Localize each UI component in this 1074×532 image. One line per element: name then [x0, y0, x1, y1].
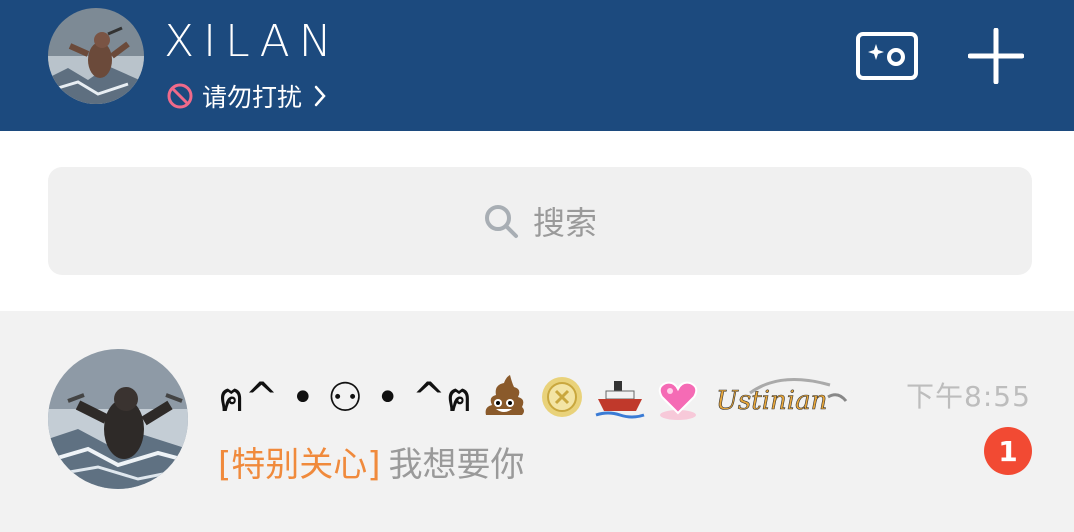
svg-text:Ustinian: Ustinian — [716, 386, 827, 416]
conversation-item[interactable]: ฅ^ • ⚇ • ^ฅ Ustinian 下午8:55 [特别关心] 我想要你 … — [0, 311, 1074, 532]
search-icon — [484, 205, 518, 238]
chevron-right-icon — [314, 85, 326, 107]
special-care-tag: [特别关心] — [218, 445, 381, 485]
pink-heart-icon — [659, 381, 698, 420]
do-not-disturb-icon — [167, 83, 193, 109]
conversation-name-row: ฅ^ • ⚇ • ^ฅ Ustinian — [218, 369, 850, 425]
ustinian-badge-icon: Ustinian — [716, 378, 848, 416]
ship-icon — [595, 381, 645, 419]
message-preview: [特别关心] 我想要你 — [218, 437, 525, 486]
user-avatar[interactable] — [48, 8, 144, 104]
search-area: 搜索 — [0, 131, 1074, 311]
plus-icon[interactable] — [968, 28, 1024, 84]
poop-emoji-icon — [486, 375, 525, 415]
last-message: 我想要你 — [388, 445, 525, 485]
status-label: 请勿打扰 — [202, 83, 303, 112]
search-bar[interactable]: 搜索 — [48, 167, 1032, 275]
camera-icon[interactable] — [856, 32, 918, 80]
username[interactable]: XILAN — [164, 14, 341, 70]
unread-badge: 1 — [984, 427, 1032, 475]
contact-avatar[interactable] — [48, 349, 188, 489]
status-selector[interactable]: 请勿打扰 — [166, 80, 328, 112]
conversation-time: 下午8:55 — [906, 380, 1031, 413]
gold-medal-icon — [542, 377, 583, 417]
search-placeholder: 搜索 — [532, 204, 597, 242]
conversation-name: ฅ^ • ⚇ • ^ฅ — [218, 375, 473, 421]
top-bar: XILAN 请勿打扰 — [0, 0, 1074, 131]
